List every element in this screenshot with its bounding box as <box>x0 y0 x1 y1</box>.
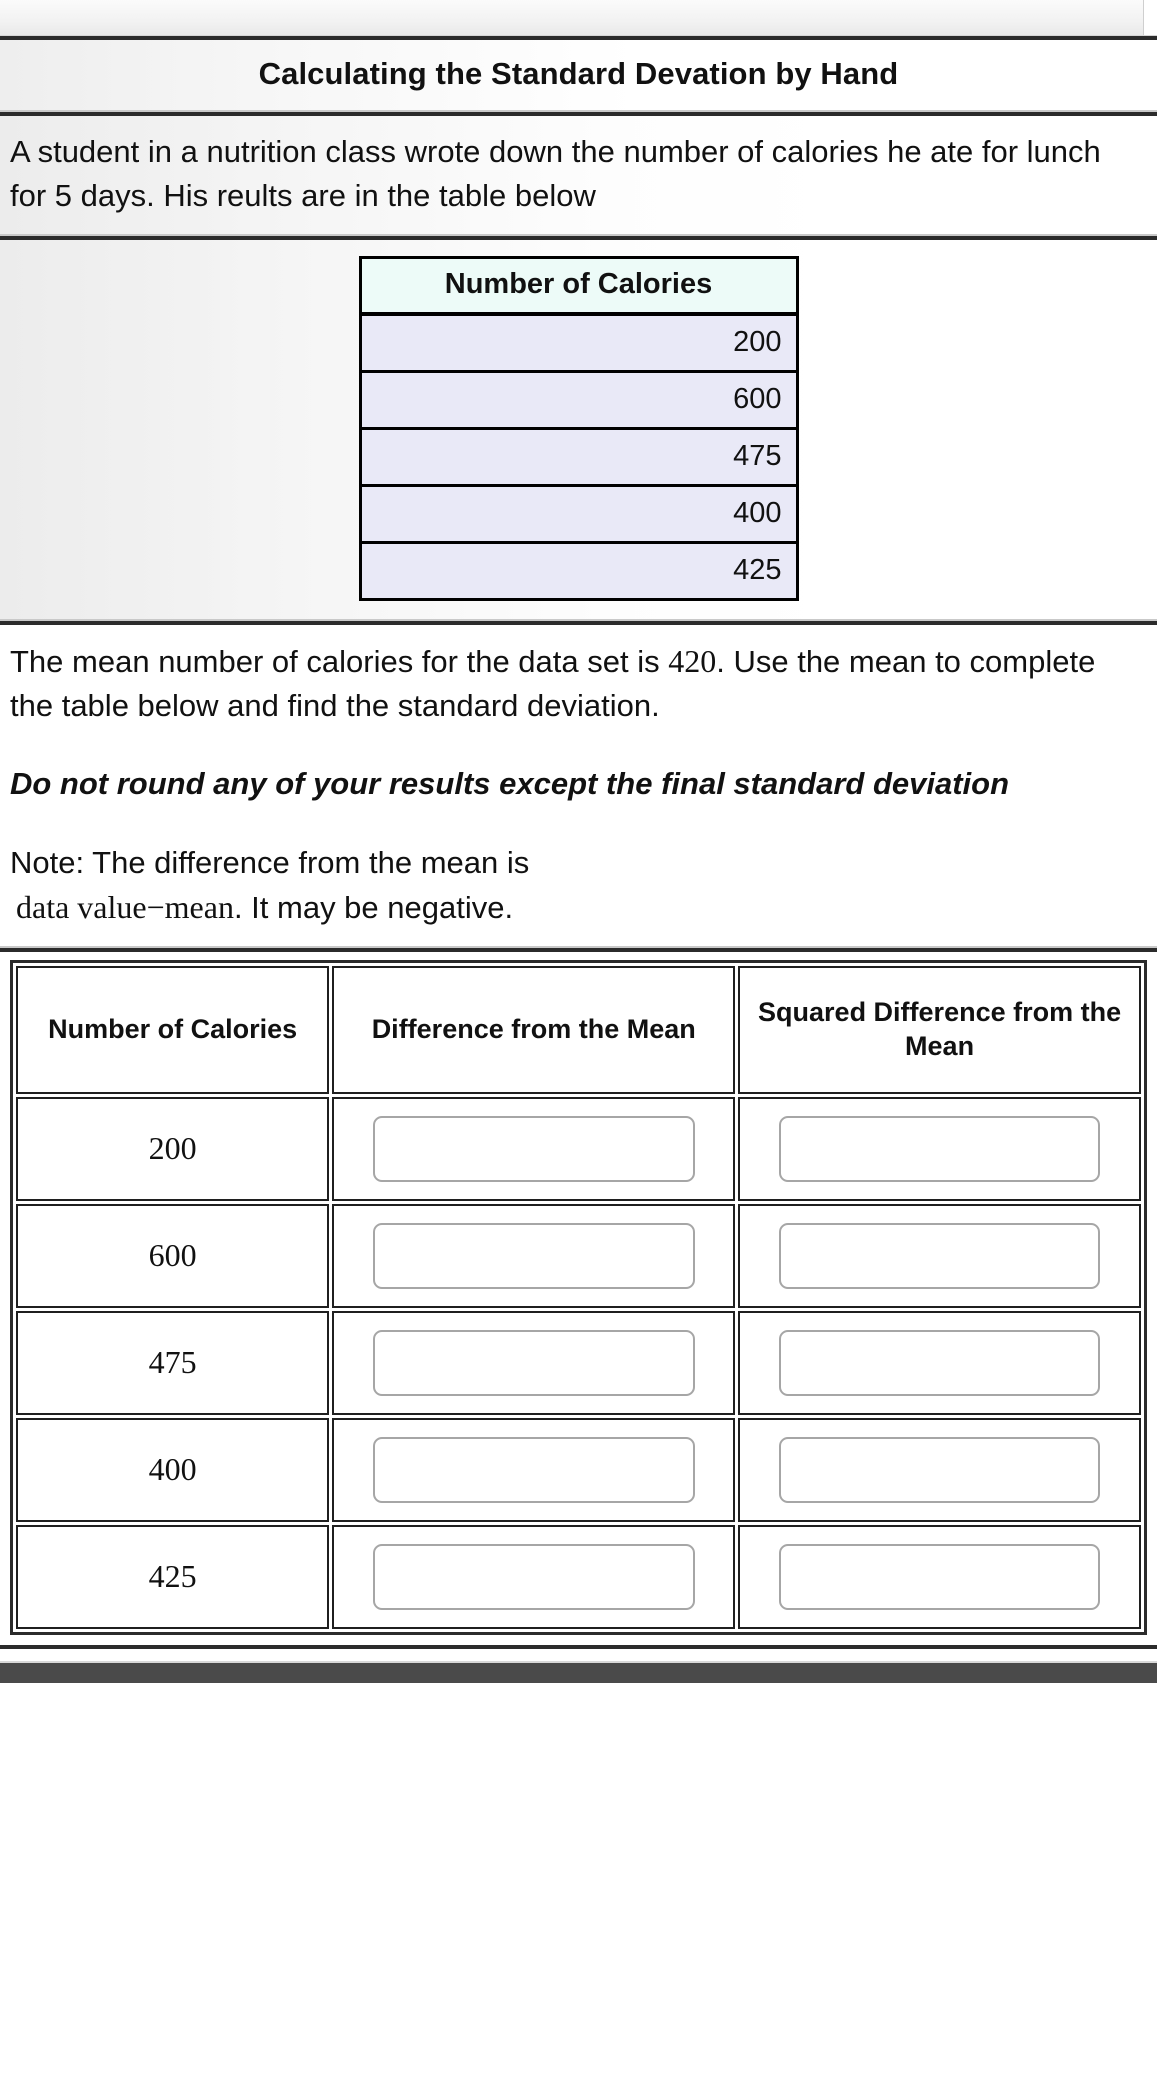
mean-text-before: The mean number of calories for the data… <box>10 644 669 680</box>
difference-input-row-5[interactable] <box>372 1543 695 1610</box>
instructions-section: The mean number of calories for the data… <box>0 625 1157 946</box>
worksheet-calories-value: 200 <box>16 1096 330 1201</box>
calories-table-section: Number of Calories 200 600 475 400 425 <box>0 240 1157 620</box>
instructions-wrap: The mean number of calories for the data… <box>0 625 1157 946</box>
calories-cell: 400 <box>361 487 796 545</box>
calories-cell: 475 <box>361 430 796 488</box>
difference-input-row-3[interactable] <box>372 1329 695 1396</box>
quiz-page: Calculating the Standard Devation by Han… <box>0 0 1157 2084</box>
difference-input-row-4[interactable] <box>372 1436 695 1503</box>
worksheet-squared-cell <box>738 1524 1141 1629</box>
worksheet-column-header-difference: Difference from the Mean <box>332 965 736 1094</box>
table-row: 400 <box>16 1417 1141 1522</box>
worksheet-difference-cell <box>332 1203 736 1308</box>
worksheet-squared-cell <box>738 1417 1141 1522</box>
worksheet-squared-cell <box>738 1096 1141 1201</box>
calories-table-wrap: Number of Calories 200 600 475 400 425 <box>0 240 1157 619</box>
table-row: 200 <box>361 316 796 374</box>
squared-difference-input-row-2[interactable] <box>778 1222 1101 1289</box>
note-line-2: data value−mean. It may be negative. <box>10 885 1145 930</box>
table-row: 425 <box>361 544 796 599</box>
table-row: 400 <box>361 487 796 545</box>
mean-value: 420 <box>668 643 717 680</box>
bottom-gap <box>0 1648 1157 1661</box>
calories-cell: 200 <box>361 316 796 374</box>
table-row: 425 <box>16 1524 1141 1629</box>
table-row: 475 <box>361 430 796 488</box>
worksheet-calories-value: 475 <box>16 1310 330 1415</box>
worksheet-squared-cell <box>738 1203 1141 1308</box>
worksheet-difference-cell <box>332 1096 736 1201</box>
calories-column-header: Number of Calories <box>361 259 796 317</box>
chrome-right-nub <box>1143 0 1157 35</box>
worksheet-difference-cell <box>332 1310 736 1415</box>
intro-paragraph-wrap: A student in a nutrition class wrote dow… <box>0 116 1157 234</box>
mean-instruction-paragraph: The mean number of calories for the data… <box>10 639 1145 728</box>
worksheet-difference-cell <box>332 1524 736 1629</box>
table-row: 475 <box>16 1310 1141 1415</box>
prose-spacer-2 <box>10 807 1145 841</box>
worksheet-table-wrap: Number of Calories Difference from the M… <box>0 952 1157 1645</box>
page-title: Calculating the Standard Devation by Han… <box>258 56 899 91</box>
worksheet-column-header-squared: Squared Difference from the Mean <box>738 965 1141 1094</box>
squared-difference-input-row-1[interactable] <box>778 1115 1101 1182</box>
prose-spacer-1 <box>10 728 1145 762</box>
table-row: 600 <box>16 1203 1141 1308</box>
difference-formula: data value−mean <box>16 888 234 925</box>
table-row: 600 <box>361 373 796 431</box>
note-suffix: . It may be negative. <box>233 889 514 925</box>
calories-cell: 600 <box>361 373 796 431</box>
intro-paragraph: A student in a nutrition class wrote dow… <box>10 134 1101 214</box>
difference-input-row-1[interactable] <box>372 1115 695 1182</box>
note-line-1: Note: The difference from the mean is <box>10 844 530 880</box>
worksheet-calories-value: 425 <box>16 1524 330 1629</box>
calories-table-header-row: Number of Calories <box>361 259 796 317</box>
calories-table: Number of Calories 200 600 475 400 425 <box>358 256 799 602</box>
squared-difference-input-row-5[interactable] <box>778 1543 1101 1610</box>
worksheet-table: Number of Calories Difference from the M… <box>10 959 1147 1635</box>
squared-difference-input-row-3[interactable] <box>778 1329 1101 1396</box>
question-card: Calculating the Standard Devation by Han… <box>0 36 1157 1683</box>
worksheet-calories-value: 400 <box>16 1417 330 1522</box>
worksheet-column-header-calories: Number of Calories <box>16 965 330 1094</box>
worksheet-difference-cell <box>332 1417 736 1522</box>
rounding-warning: Do not round any of your results except … <box>10 766 1010 802</box>
intro-section: A student in a nutrition class wrote dow… <box>0 116 1157 235</box>
worksheet-calories-value: 600 <box>16 1203 330 1308</box>
worksheet-header-row: Number of Calories Difference from the M… <box>16 965 1141 1094</box>
calories-cell: 425 <box>361 544 796 599</box>
worksheet-squared-cell <box>738 1310 1141 1415</box>
top-chrome-bar <box>0 0 1157 36</box>
bottom-chrome-bar <box>0 1660 1157 1683</box>
table-row: 200 <box>16 1096 1141 1201</box>
squared-difference-input-row-4[interactable] <box>778 1436 1101 1503</box>
difference-input-row-2[interactable] <box>372 1222 695 1289</box>
title-section: Calculating the Standard Devation by Han… <box>0 40 1157 110</box>
